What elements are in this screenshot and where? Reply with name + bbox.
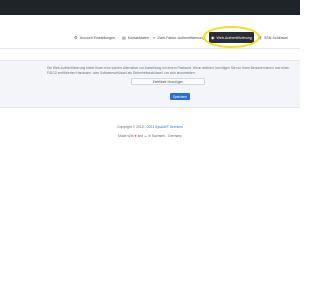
made-with-location: in Sachsen - Germany — [148, 134, 182, 138]
tab-label: Zwei-Faktor-Authentifizierung — [157, 35, 205, 40]
divider — [0, 48, 300, 49]
tab-two-factor-auth[interactable]: ◐ Zwei-Faktor-Authentifizierung — [151, 32, 206, 43]
gear-icon: ⚙ — [74, 34, 78, 40]
fingerprint-icon: ◉ — [211, 34, 215, 40]
made-with-and: and — [137, 134, 144, 138]
tab-contact-data[interactable]: ▤ Kontaktdaten — [120, 32, 151, 43]
tab-ssh-keys[interactable]: ⚷ SSH-Schlüssel — [257, 32, 290, 43]
copyright-link[interactable]: 2023 SysAdt!T Services — [147, 125, 183, 129]
tab-account-settings[interactable]: ⚙ Account Einstellungen — [72, 32, 117, 43]
tab-label: Kontaktdaten — [127, 35, 149, 40]
key-icon: ⚷ — [259, 34, 262, 40]
copyright-text: Copyright © 2015 - — [117, 125, 147, 129]
settings-tabs: ⚙ Account Einstellungen ▤ Kontaktdaten ◐… — [0, 32, 300, 45]
footer-copyright: Copyright © 2015 - 2023 SysAdt!T Service… — [0, 125, 300, 129]
top-navbar — [0, 0, 300, 15]
coffee-icon: ☕ — [144, 134, 148, 138]
tab-web-authentication[interactable]: ◉ Web-Authentifizierung — [209, 32, 254, 43]
heart-icon: ♥ — [134, 134, 137, 138]
tab-label: Account Einstellungen — [79, 35, 116, 40]
made-with-text: Made with — [118, 134, 134, 138]
webauthn-description: Die Web-Authentifizierung bietet Ihnen e… — [47, 66, 290, 75]
id-card-icon: ▤ — [122, 34, 126, 40]
shield-icon: ◐ — [153, 34, 156, 40]
footer-made-with: Made with ♥ and ☕ in Sachsen - Germany — [0, 134, 300, 138]
tab-label: SSH-Schlüssel — [263, 35, 288, 40]
tab-label: Web-Authentifizierung — [216, 35, 252, 40]
add-certificate-button[interactable]: Zertifikate hinzufügen — [131, 78, 205, 85]
save-button[interactable]: Speichern — [170, 93, 190, 100]
